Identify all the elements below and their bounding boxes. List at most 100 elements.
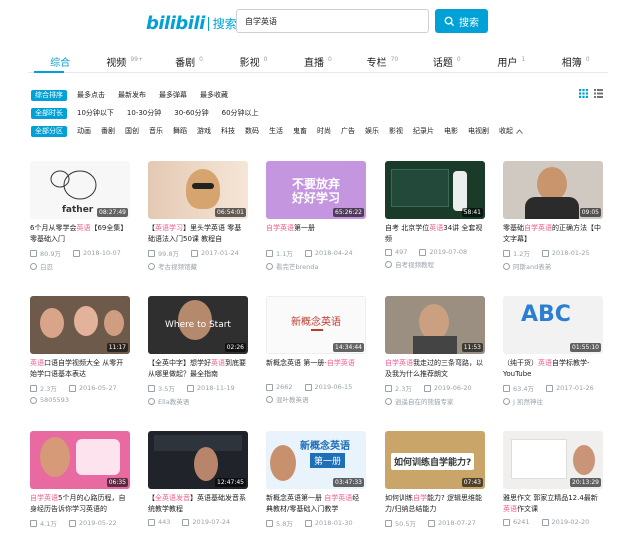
video-title[interactable]: 新概念英语第一册 自学英语经典教材/零基础入门教学 — [266, 493, 366, 515]
zone-option[interactable]: 鬼畜 — [293, 126, 307, 136]
video-thumbnail[interactable]: ABC 01:55:10 — [503, 296, 603, 354]
video-thumbnail[interactable]: 新概念英语 14:34:44 — [266, 296, 366, 354]
duration-option[interactable]: 10-30分钟 — [127, 108, 161, 118]
video-card[interactable]: 不要放弃 好好学习 65:26:22 自学英语第一册 1.1万 2018-04-2… — [266, 161, 366, 271]
video-title[interactable]: 自学英语第一册 — [266, 223, 366, 245]
order-option[interactable]: 最多弹幕 — [159, 90, 187, 100]
zone-option[interactable]: 生活 — [269, 126, 283, 136]
video-card[interactable]: 新概念英语 第一册 03:47:33 新概念英语第一册 自学英语经典教材/零基础入… — [266, 431, 366, 536]
video-card[interactable]: 新概念英语 14:34:44 新概念英语 第一册-自学英语 2662 2019-… — [266, 296, 366, 404]
video-thumbnail[interactable]: 06:35 — [30, 431, 130, 489]
video-title[interactable]: 自学英语5个月的心路历程，自身经历告诉你学习英语的 — [30, 493, 130, 515]
video-card[interactable]: 20:13:29 雅思作文 郭家立精品12.4最新 英语作文课 6241 201… — [503, 431, 603, 536]
uploader[interactable]: 5805593 — [30, 396, 130, 404]
uploader[interactable]: J 凯然神往 — [503, 396, 603, 406]
tab-movie[interactable]: 影视 0 — [221, 48, 285, 72]
uploader[interactable]: 混叶教英语 — [266, 394, 366, 404]
video-thumbnail[interactable]: 20:13:29 — [503, 431, 603, 489]
bilibili-logo[interactable]: bilibili 搜索 — [146, 13, 237, 34]
search-input[interactable]: 自学英语 — [236, 9, 429, 33]
order-option[interactable]: 最多点击 — [77, 90, 105, 100]
video-title[interactable]: 自学英语我走过的三条弯路，以及我为什么推荐朗文 — [385, 358, 485, 380]
tab-article[interactable]: 专栏 70 — [350, 48, 414, 72]
zone-option[interactable]: 动画 — [77, 126, 91, 136]
video-thumbnail[interactable]: Where to Start 02:26 — [148, 296, 248, 354]
video-card[interactable]: 12:47:45 【全英语发音】英语基础发音系统教学教程 443 2019-07… — [148, 431, 248, 536]
order-filter-active[interactable]: 综合排序 — [31, 89, 67, 101]
video-thumbnail[interactable]: 58:41 — [385, 161, 485, 219]
uploader[interactable]: 自考视频教程 — [385, 259, 485, 269]
tab-bangumi[interactable]: 番剧 0 — [157, 48, 221, 72]
video-title[interactable]: 英语口语自学视频大全 从零开始学口语基本表达 — [30, 358, 130, 380]
chevron-up-icon[interactable] — [516, 127, 523, 136]
video-card[interactable]: 58:41 自考 北京学位英语34讲 全套视频 497 2019-07-08 自… — [385, 161, 485, 269]
grid-view-icon[interactable] — [579, 89, 588, 98]
zone-option[interactable]: 影视 — [389, 126, 403, 136]
video-thumbnail[interactable]: 09:05 — [503, 161, 603, 219]
zone-option[interactable]: 电影 — [444, 126, 458, 136]
video-thumbnail[interactable]: 如何训练自学能力? 07:43 — [385, 431, 485, 489]
zone-option[interactable]: 番剧 — [101, 126, 115, 136]
video-card[interactable]: father 08:27:49 6个月从零学会英语【69全集】零基础入门 80.… — [30, 161, 130, 271]
video-title[interactable]: 【全英语发音】英语基础发音系统教学教程 — [148, 493, 248, 515]
zone-option[interactable]: 科技 — [221, 126, 235, 136]
video-thumbnail[interactable]: 12:47:45 — [148, 431, 248, 489]
video-card[interactable]: 11:53 自学英语我走过的三条弯路，以及我为什么推荐朗文 2.3万 2019-… — [385, 296, 485, 406]
search-button[interactable]: 搜索 — [435, 9, 488, 33]
zone-option[interactable]: 舞蹈 — [173, 126, 187, 136]
uploader[interactable]: 阿斯and表弟 — [503, 261, 603, 271]
order-option[interactable]: 最多收藏 — [200, 90, 228, 100]
video-card[interactable]: 09:05 零基础自学英语的正确方法【中文字幕】 1.2万 2018-01-25… — [503, 161, 603, 271]
video-card[interactable]: ABC 01:55:10 （纯干货）英语自学标教学-YouTube 63.4万 … — [503, 296, 603, 406]
video-card[interactable]: 06:54:01 【英语学习】里头学英语 零基础语法入门50课 教程自 99.8… — [148, 161, 248, 271]
zone-option[interactable]: 时尚 — [317, 126, 331, 136]
uploader[interactable]: 白忍 — [30, 261, 130, 271]
list-view-icon[interactable] — [594, 89, 603, 98]
uploader[interactable]: 看完芒brenda — [266, 261, 366, 271]
video-card[interactable]: 06:35 自学英语5个月的心路历程，自身经历告诉你学习英语的 4.1万 201… — [30, 431, 130, 536]
uploader[interactable]: 考古视频馆藏 — [148, 261, 248, 271]
video-title[interactable]: 6个月从零学会英语【69全集】零基础入门 — [30, 223, 130, 245]
zone-option[interactable]: 国创 — [125, 126, 139, 136]
video-title[interactable]: （纯干货）英语自学标教学-YouTube — [503, 358, 603, 380]
uploader[interactable]: Ella教英语 — [148, 396, 248, 406]
video-title[interactable]: 【英语学习】里头学英语 零基础语法入门50课 教程自 — [148, 223, 248, 245]
tab-user[interactable]: 用户 1 — [479, 48, 543, 72]
tab-album[interactable]: 相簿 0 — [544, 48, 608, 72]
video-title[interactable]: 自考 北京学位英语34讲 全套视频 — [385, 223, 485, 245]
zone-option[interactable]: 娱乐 — [365, 126, 379, 136]
video-card[interactable]: Where to Start 02:26 【全英中字】想学好英语到底要从哪里做起… — [148, 296, 248, 406]
video-title[interactable]: 【全英中字】想学好英语到底要从哪里做起？最全指南 — [148, 358, 248, 380]
tab-video[interactable]: 视频 99+ — [92, 48, 156, 72]
video-thumbnail[interactable]: 不要放弃 好好学习 65:26:22 — [266, 161, 366, 219]
video-card[interactable]: 如何训练自学能力? 07:43 如何训练自学能力? 逻辑思维能力/归纳总结能力 … — [385, 431, 485, 536]
zone-option[interactable]: 音乐 — [149, 126, 163, 136]
zone-option[interactable]: 广告 — [341, 126, 355, 136]
video-thumbnail[interactable]: 06:54:01 — [148, 161, 248, 219]
zone-collapse-toggle[interactable]: 收起 — [499, 126, 513, 136]
video-title[interactable]: 零基础自学英语的正确方法【中文字幕】 — [503, 223, 603, 245]
tab-live[interactable]: 直播 0 — [286, 48, 350, 72]
tab-all[interactable]: 综合 — [28, 48, 92, 73]
zone-option[interactable]: 电视剧 — [468, 126, 489, 136]
zone-filter-active[interactable]: 全部分区 — [31, 125, 67, 137]
duration-option[interactable]: 60分钟以上 — [222, 108, 259, 118]
video-thumbnail[interactable]: father 08:27:49 — [30, 161, 130, 219]
uploader[interactable]: 逍遥自在的熊猫专家 — [385, 396, 485, 406]
video-thumbnail[interactable]: 新概念英语 第一册 03:47:33 — [266, 431, 366, 489]
duration-option[interactable]: 10分钟以下 — [77, 108, 114, 118]
order-option[interactable]: 最新发布 — [118, 90, 146, 100]
video-title[interactable]: 新概念英语 第一册-自学英语 — [266, 358, 366, 380]
video-title[interactable]: 雅思作文 郭家立精品12.4最新 英语作文课 — [503, 493, 603, 515]
duration-option[interactable]: 30-60分钟 — [174, 108, 208, 118]
tab-topic[interactable]: 话题 0 — [415, 48, 479, 72]
video-meta: 2.3万 2019-06-20 — [385, 383, 485, 393]
video-card[interactable]: 11:17 英语口语自学视频大全 从零开始学口语基本表达 2.3万 2016-0… — [30, 296, 130, 404]
video-thumbnail[interactable]: 11:53 — [385, 296, 485, 354]
video-thumbnail[interactable]: 11:17 — [30, 296, 130, 354]
duration-filter-active[interactable]: 全部时长 — [31, 107, 67, 119]
zone-option[interactable]: 游戏 — [197, 126, 211, 136]
zone-option[interactable]: 数码 — [245, 126, 259, 136]
video-title[interactable]: 如何训练自学能力? 逻辑思维能力/归纳总结能力 — [385, 493, 485, 515]
zone-option[interactable]: 纪录片 — [413, 126, 434, 136]
